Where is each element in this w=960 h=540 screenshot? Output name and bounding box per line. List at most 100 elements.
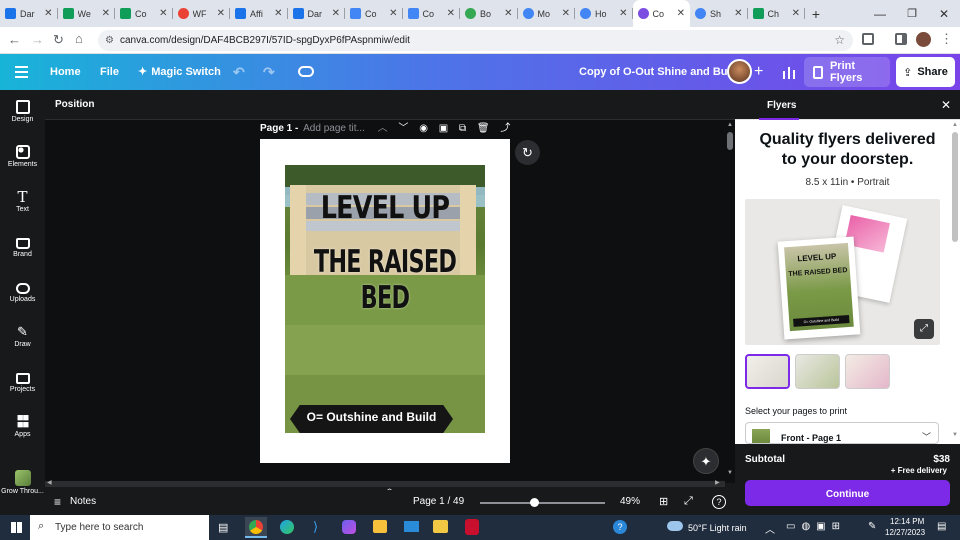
explorer-taskbar-icon[interactable] [433, 520, 448, 533]
browser-tab[interactable]: Bo ✕ [460, 0, 518, 27]
insights-chart-icon[interactable] [782, 65, 796, 79]
move-page-down-icon[interactable]: ﹀ [398, 123, 408, 134]
back-icon[interactable]: ← [8, 32, 21, 47]
select-pages-dropdown[interactable]: Front - Page 1 ﹀ [745, 422, 939, 444]
browser-tab[interactable]: Mo ✕ [518, 0, 576, 27]
raised-bed-photo[interactable]: LEVEL UP THE RAISED BED O= Outshine and … [285, 165, 485, 433]
minimize-window-button[interactable]: — [864, 7, 896, 21]
scroll-down-arrow[interactable]: ▼ [727, 470, 733, 476]
sidebar-item-brand[interactable]: Brand [0, 235, 45, 258]
home-button[interactable]: Home [50, 54, 81, 90]
scroll-left-arrow[interactable]: ◀ [47, 479, 52, 486]
close-window-button[interactable]: ✕ [928, 7, 960, 21]
profile-avatar[interactable] [916, 32, 931, 47]
zoom-level[interactable]: 49% [620, 496, 640, 507]
tab-close-icon[interactable]: ✕ [504, 8, 512, 19]
tab-close-icon[interactable]: ✕ [274, 8, 282, 19]
file-menu-button[interactable]: File [100, 54, 119, 90]
grid-view-icon[interactable]: ⊞ [659, 495, 668, 508]
clock-time[interactable]: 12:14 PM [890, 517, 924, 526]
preview-thumbnail-2[interactable] [795, 354, 840, 389]
close-panel-icon[interactable]: ✕ [941, 98, 951, 112]
sidebar-item-text[interactable]: T Text [0, 190, 45, 214]
sidebar-item-draw[interactable]: ✎ Draw [0, 325, 45, 349]
site-info-icon[interactable]: ⚙ [105, 30, 114, 51]
magic-assistant-button[interactable]: ✦ [693, 448, 719, 474]
browser-tab[interactable]: Sh ✕ [690, 0, 748, 27]
tab-close-icon[interactable]: ✕ [619, 8, 627, 19]
weather-text[interactable]: 50°F Light rain [688, 523, 747, 533]
magic-switch-button[interactable]: ✦ Magic Switch [138, 54, 221, 90]
extensions-icon[interactable] [862, 33, 874, 45]
duplicate-page-icon[interactable]: ⧉ [459, 123, 466, 134]
mail-taskbar-icon[interactable] [404, 521, 419, 532]
pen-icon[interactable]: ✎ [868, 521, 876, 532]
design-page[interactable]: LEVEL UP THE RAISED BED O= Outshine and … [260, 139, 510, 463]
browser-tab[interactable]: Dar ✕ [288, 0, 346, 27]
notes-icon[interactable]: ≡ [54, 495, 61, 509]
side-panel-icon[interactable] [895, 33, 907, 45]
sidebar-item-projects[interactable]: Projects [0, 370, 45, 393]
collaborator-avatar[interactable] [727, 59, 752, 84]
print-flyers-button[interactable]: Print Flyers [804, 57, 890, 87]
sidebar-item-apps[interactable]: ■■ ■■ Apps [0, 413, 45, 439]
page-title-input[interactable]: Add page tit... [303, 123, 365, 134]
browser-tab[interactable]: WF ✕ [173, 0, 231, 27]
help-bubble-icon[interactable]: ? [613, 520, 627, 534]
tab-close-icon[interactable]: ✕ [159, 8, 167, 19]
add-collaborator-icon[interactable]: + [754, 54, 763, 90]
tab-close-icon[interactable]: ✕ [217, 8, 225, 19]
app-taskbar-icon[interactable] [342, 520, 356, 534]
preview-thumbnail-1[interactable] [745, 354, 790, 389]
tab-close-icon[interactable]: ✕ [102, 8, 110, 19]
mcafee-taskbar-icon[interactable] [465, 519, 479, 535]
share-button[interactable]: ⇪ Share [896, 57, 955, 87]
hide-page-icon[interactable]: ◉ [419, 123, 428, 134]
windows-start-icon[interactable] [11, 522, 22, 533]
add-page-icon[interactable]: ⤴ [500, 123, 510, 134]
document-title[interactable]: Copy of O-Out Shine and Build [579, 54, 740, 90]
undo-icon[interactable]: ↶ [233, 54, 245, 90]
delete-page-icon[interactable]: 🗑 [477, 123, 490, 134]
browser-tab[interactable]: Co ✕ [115, 0, 173, 27]
page-counter[interactable]: Page 1 / 49 [413, 496, 464, 507]
notification-icon[interactable]: ▤ [937, 521, 946, 532]
tab-close-icon[interactable]: ✕ [792, 8, 800, 19]
browser-tab[interactable]: Ho ✕ [575, 0, 633, 27]
tab-close-icon[interactable]: ✕ [677, 8, 685, 19]
panel-scrollbar[interactable]: ▲ ▼ [951, 122, 959, 442]
sidebar-item-design[interactable]: Design [0, 100, 45, 123]
cloud-save-icon[interactable] [298, 66, 314, 77]
vertical-scrollbar[interactable]: ▲ ▼ [726, 122, 734, 480]
redo-icon[interactable]: ↷ [263, 54, 275, 90]
refresh-page-button[interactable]: ↻ [515, 140, 540, 165]
tray-icons[interactable]: ▭◍▣⊞ [786, 521, 846, 532]
chrome-taskbar-icon[interactable] [245, 517, 267, 538]
scroll-thumb[interactable] [727, 132, 733, 150]
headline-level-up[interactable]: LEVEL UP [303, 190, 467, 226]
taskbar-search-box[interactable]: ⌕ Type here to search [30, 515, 209, 540]
edge-taskbar-icon[interactable] [280, 520, 294, 534]
sidebar-item-elements[interactable]: Elements [0, 145, 45, 168]
tray-chevron-icon[interactable]: ︿ [765, 521, 775, 536]
store-taskbar-icon[interactable] [373, 520, 387, 533]
sidebar-item-grow-app[interactable]: Grow Throu... [0, 470, 45, 495]
browser-tab[interactable]: Dar ✕ [0, 0, 58, 27]
scroll-up-arrow[interactable]: ▲ [952, 122, 958, 128]
address-bar[interactable]: ⚙ canva.com/design/DAF4BCB297I/57ID-spgD… [98, 30, 853, 51]
scroll-thumb[interactable] [952, 132, 958, 242]
browser-tab-active[interactable]: Co ✕ [632, 0, 690, 27]
new-tab-button[interactable]: + [805, 6, 827, 22]
browser-tab[interactable]: Co ✕ [403, 0, 461, 27]
browser-tab[interactable]: Affi ✕ [230, 0, 288, 27]
tab-close-icon[interactable]: ✕ [44, 8, 52, 19]
browser-tab[interactable]: We ✕ [58, 0, 116, 27]
clock-date[interactable]: 12/27/2023 [885, 528, 925, 537]
browser-tab[interactable]: Co ✕ [345, 0, 403, 27]
task-view-icon[interactable]: ▤ [218, 521, 228, 534]
tab-close-icon[interactable]: ✕ [332, 8, 340, 19]
position-button[interactable]: Position [55, 99, 94, 110]
fullscreen-icon[interactable]: ⤢ [684, 495, 693, 508]
restore-window-button[interactable]: ❐ [896, 7, 928, 20]
tab-close-icon[interactable]: ✕ [562, 8, 570, 19]
